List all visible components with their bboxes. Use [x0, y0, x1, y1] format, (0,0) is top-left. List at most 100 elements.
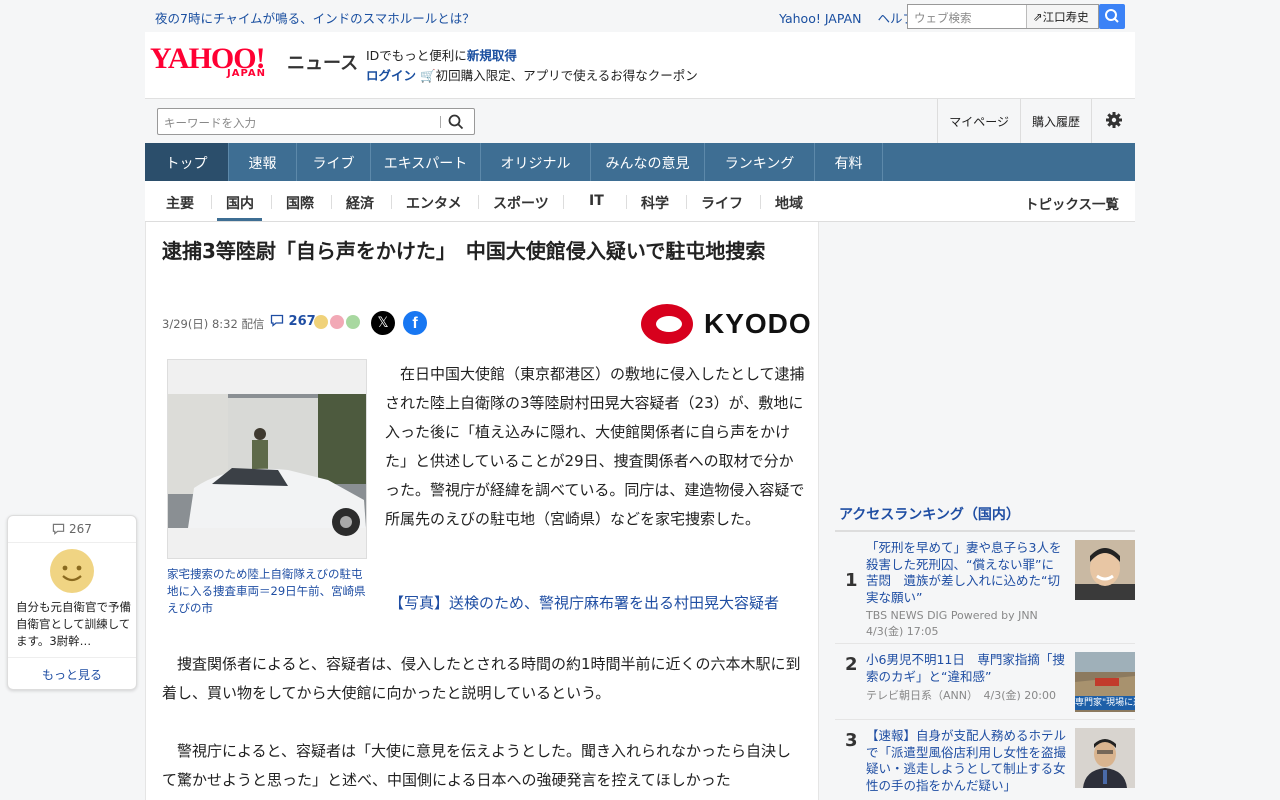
facebook-share-button[interactable]: f [403, 311, 427, 335]
divider [760, 195, 761, 209]
news-service-name[interactable]: ニュース [287, 49, 358, 75]
ranking-time: 4/3(金) 20:00 [983, 689, 1056, 702]
pin-icon: ⇗ [1033, 10, 1043, 24]
reaction-faces [314, 315, 361, 333]
ranking-number: 2 [845, 654, 858, 675]
search-icon [1105, 9, 1119, 23]
category-economy[interactable]: 経済 [346, 193, 374, 213]
category-nav: 主要 国内 国際 経済 エンタメ スポーツ IT 科学 ライフ 地域 トピックス… [145, 181, 1135, 222]
ranking-headline[interactable]: 小6男児不明11日 専門家指摘「捜索のカギ」と“違和感” [866, 652, 1066, 685]
keyword-placeholder: キーワードを入力 [164, 116, 256, 130]
see-more-comments-link[interactable]: もっと見る [8, 657, 136, 683]
comment-icon [52, 523, 65, 535]
happy-face-icon [314, 315, 328, 329]
delivery-label: 配信 [241, 317, 265, 331]
top-bar: 夜の7時にチャイムが鳴る、インドのスマホルールとは？ Yahoo! JAPAN … [145, 0, 1135, 32]
photo-image [168, 360, 366, 558]
source-logo[interactable]: KYODO [704, 308, 812, 340]
category-international[interactable]: 国際 [286, 193, 314, 213]
web-search-input[interactable]: ウェブ検索 ⇗江口寿史 [907, 4, 1099, 29]
nav-expert[interactable]: エキスパート [371, 143, 481, 181]
ranking-item[interactable]: 2 小6男児不明11日 専門家指摘「捜索のカギ」と“違和感” テレビ朝日系（AN… [835, 644, 1135, 720]
x-icon: 𝕏 [377, 315, 389, 331]
divider [331, 195, 332, 209]
search-icon[interactable] [448, 114, 464, 130]
kyodo-logo-mark[interactable] [639, 302, 695, 346]
category-it[interactable]: IT [589, 193, 604, 209]
article-date: 3/29(日) 8:32 [162, 317, 238, 331]
headline-ticker[interactable]: 夜の7時にチャイムが鳴る、インドのスマホルールとは？ [155, 8, 475, 27]
comment-preview-count: 267 [8, 522, 136, 543]
article-meta: 3/29(日) 8:32 配信 [162, 316, 264, 332]
keyword-search-input[interactable]: キーワードを入力 [157, 108, 475, 135]
ranking-thumbnail[interactable]: 専門家"現場に違 [1075, 652, 1135, 712]
category-sports[interactable]: スポーツ [493, 193, 549, 213]
photo-caption[interactable]: 家宅捜索のため陸上自衛隊えびの駐屯地に入る捜査車両＝29日午前、宮崎県えびの市 [167, 566, 367, 617]
purchase-history-link[interactable]: 購入履歴 [1019, 99, 1091, 143]
ranking-time: 4/3(金) 17:05 [866, 625, 939, 638]
ranking-number: 3 [845, 730, 858, 751]
active-tab-indicator [217, 218, 262, 221]
main-nav: トップ 速報 ライブ エキスパート オリジナル みんなの意見 ランキング 有料 [145, 143, 1135, 181]
photo-gallery-link[interactable]: 【写真】送検のため、警視庁麻布署を出る村田晃大容疑者 [389, 592, 779, 613]
web-search-placeholder: ウェブ検索 [914, 11, 972, 25]
nav-top[interactable]: トップ [145, 143, 229, 181]
comment-preview-text: 自分も元自衛官で予備自衛官として訓練してます。3尉幹… [16, 600, 131, 648]
yahoo-japan-link[interactable]: Yahoo! JAPAN [779, 11, 861, 26]
nav-ranking[interactable]: ランキング [705, 143, 815, 181]
ranking-source: TBS NEWS DIG Powered by JNN 4/3(金) 17:05 [866, 608, 1038, 640]
ranking-thumbnail[interactable] [1075, 540, 1135, 600]
user-chip[interactable]: ⇗江口寿史 [1026, 5, 1098, 28]
comment-icon [270, 314, 284, 327]
category-life[interactable]: ライフ [701, 193, 743, 213]
top-links: Yahoo! JAPAN ヘルプ [767, 8, 915, 27]
ranking-headline[interactable]: 【速報】自身が支配人務めるホテルで「派遣型風俗店利用し女性を盗撮疑い・逃走しよう… [866, 728, 1066, 794]
login-link[interactable]: ログイン [366, 68, 416, 83]
category-main[interactable]: 主要 [166, 193, 194, 213]
article-lead: 在日中国大使館（東京都港区）の敷地に侵入したとして逮捕された陸上自衛隊の3等陸尉… [385, 365, 805, 528]
x-share-button[interactable]: 𝕏 [371, 311, 395, 335]
ranking-item[interactable]: 3 【速報】自身が支配人務めるホテルで「派遣型風俗店利用し女性を盗撮疑い・逃走し… [835, 720, 1135, 800]
article: 逮捕3等陸尉「自ら声をかけた」 中国大使館侵入疑いで駐屯地捜索 3/29(日) … [145, 222, 819, 800]
comment-count: 267 [288, 314, 316, 329]
topics-list-link[interactable]: トピックス一覧 [1025, 193, 1119, 213]
ranking-source-name: TBS NEWS DIG Powered by JNN [866, 609, 1038, 622]
web-search-button[interactable] [1099, 4, 1125, 29]
article-paragraph: 警視庁によると、容疑者は「大使に意見を伝えようとした。聞き入れられなかったら自決… [162, 742, 791, 789]
nav-breaking[interactable]: 速報 [229, 143, 297, 181]
comment-preview-widget[interactable]: 267 自分も元自衛官で予備自衛官として訓練してます。3尉幹… もっと見る [7, 515, 137, 690]
category-domestic[interactable]: 国内 [226, 193, 254, 213]
category-science[interactable]: 科学 [641, 193, 669, 213]
divider [271, 195, 272, 209]
smiley-icon [50, 549, 94, 593]
settings-button[interactable] [1091, 99, 1135, 143]
comment-preview-count-value: 267 [68, 522, 92, 536]
divider [626, 195, 627, 209]
ranking-source: テレビ朝日系（ANN） 4/3(金) 20:00 [866, 688, 1056, 704]
category-region[interactable]: 地域 [775, 193, 803, 213]
nav-paid[interactable]: 有料 [815, 143, 883, 181]
article-title: 逮捕3等陸尉「自ら声をかけた」 中国大使館侵入疑いで駐屯地捜索 [162, 239, 766, 263]
nav-opinion[interactable]: みんなの意見 [591, 143, 705, 181]
ranking-headline[interactable]: 「死刑を早めて」妻や息子ら3人を殺害した死刑囚、“償えない罪”に苦悶 遺族が差し… [866, 540, 1066, 606]
thumbnail-caption: 専門家"現場に違 [1075, 696, 1135, 710]
category-entertainment[interactable]: エンタメ [406, 193, 462, 213]
mypage-link[interactable]: マイページ [937, 99, 1020, 143]
divider [211, 195, 212, 209]
promo-block: IDでもっと便利に新規取得 ログイン 🛒初回購入限定、アプリで使えるお得なクーポ… [366, 46, 698, 86]
ranking-thumbnail[interactable] [1075, 728, 1135, 788]
sad-face-icon [330, 315, 345, 329]
toolbar: キーワードを入力 マイページ 購入履歴 [145, 98, 1135, 143]
ranking-title: アクセスランキング（国内） [835, 500, 1135, 532]
ranking-item[interactable]: 1 「死刑を早めて」妻や息子ら3人を殺害した死刑囚、“償えない罪”に苦悶 遺族が… [835, 532, 1135, 644]
coupon-link[interactable]: 初回購入限定、アプリで使えるお得なクーポン [436, 68, 698, 83]
user-name: 江口寿史 [1042, 10, 1089, 24]
comment-count-link[interactable]: 267 [270, 314, 316, 329]
nav-original[interactable]: オリジナル [481, 143, 591, 181]
tool-links: マイページ 購入履歴 [937, 99, 1135, 143]
facebook-icon: f [412, 315, 418, 332]
ranking-number: 1 [845, 570, 858, 591]
article-photo[interactable] [167, 359, 367, 559]
nav-live[interactable]: ライブ [297, 143, 371, 181]
signup-link[interactable]: 新規取得 [467, 48, 517, 63]
